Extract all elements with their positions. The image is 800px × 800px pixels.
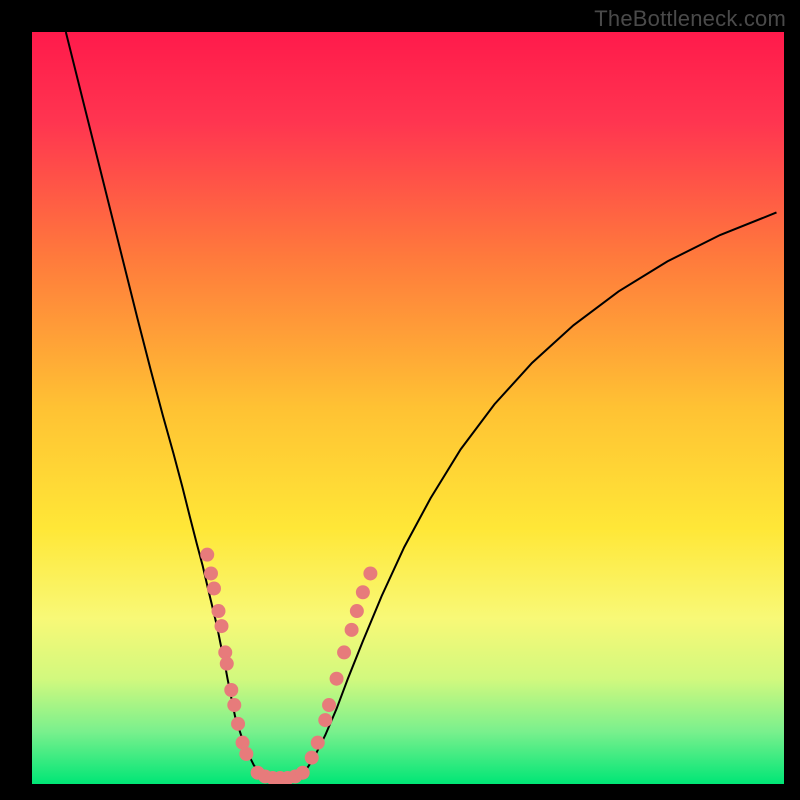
data-point — [318, 713, 332, 727]
data-point — [363, 566, 377, 580]
data-point — [224, 683, 238, 697]
watermark-text: TheBottleneck.com — [594, 6, 786, 32]
data-point — [305, 751, 319, 765]
plot-area — [32, 32, 784, 784]
data-point — [296, 766, 310, 780]
data-point — [212, 604, 226, 618]
data-point — [200, 548, 214, 562]
data-point — [350, 604, 364, 618]
data-point — [231, 717, 245, 731]
data-point — [215, 619, 229, 633]
data-point — [311, 736, 325, 750]
data-point — [356, 585, 370, 599]
plot-svg — [32, 32, 784, 784]
data-point — [239, 747, 253, 761]
data-point — [207, 581, 221, 595]
data-point — [345, 623, 359, 637]
data-point — [322, 698, 336, 712]
data-point — [337, 645, 351, 659]
data-point — [227, 698, 241, 712]
data-point — [204, 566, 218, 580]
data-point — [330, 672, 344, 686]
gradient-background — [32, 32, 784, 784]
data-point — [220, 657, 234, 671]
chart-stage: TheBottleneck.com — [0, 0, 800, 800]
